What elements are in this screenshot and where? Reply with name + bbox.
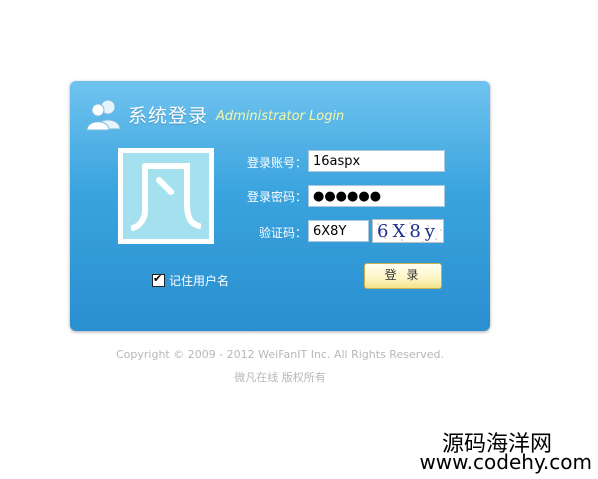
logo (118, 148, 214, 244)
logo-mark (123, 153, 209, 239)
login-panel: 系统登录 Administrator Login 登录账号： 登录密码： 验证码… (70, 81, 490, 331)
copyright-text: Copyright © 2009 - 2012 WeiFanIT Inc. Al… (115, 348, 444, 361)
captcha-input[interactable] (308, 220, 369, 242)
username-input[interactable] (308, 150, 445, 172)
login-subtitle: Administrator Login (216, 108, 345, 124)
rights-text: 微凡在线 版权所有 (234, 371, 326, 384)
login-header: 系统登录 Administrator Login (86, 97, 344, 131)
captcha-image[interactable]: 6X8y (372, 219, 444, 243)
username-label: 登录账号： (246, 156, 307, 170)
remember-username[interactable]: ✔ 记住用户名 (152, 272, 229, 289)
watermark-url: www.codehy.com (419, 450, 592, 474)
remember-label: 记住用户名 (169, 274, 230, 288)
login-title: 系统登录 (128, 104, 209, 127)
captcha-label: 验证码： (258, 226, 307, 240)
remember-checkbox[interactable]: ✔ (152, 272, 165, 287)
login-button[interactable]: 登 录 (364, 263, 442, 289)
users-icon (86, 97, 122, 131)
password-label: 登录密码： (246, 190, 307, 204)
captcha-text: 6X8y (377, 221, 439, 242)
password-input[interactable] (308, 185, 445, 207)
